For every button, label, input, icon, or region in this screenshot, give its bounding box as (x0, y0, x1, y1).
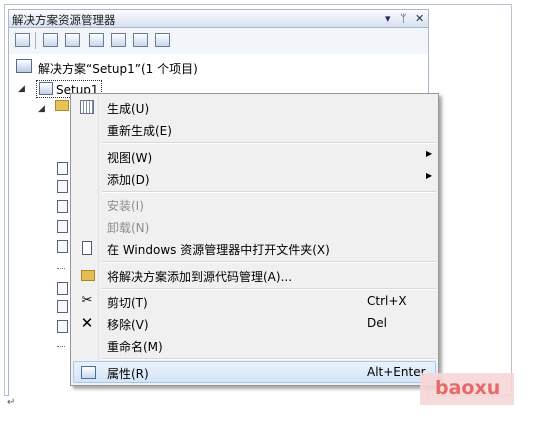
context-menu: 生成(U) 重新生成(E) 视图(W) ▶ 添加(D) ▶ 安装(I) 卸载(N… (70, 93, 439, 386)
menu-item-cut[interactable]: ✂ 剪切(T) Ctrl+X (73, 290, 436, 312)
file-icon[interactable] (57, 300, 68, 313)
file-icon[interactable] (57, 200, 68, 213)
file-icon[interactable] (57, 240, 68, 253)
solution-explorer-toolbar (8, 28, 429, 54)
menu-separator (102, 358, 436, 360)
watermark: baoxu (435, 377, 501, 399)
panel-title: 解决方案资源管理器 (12, 13, 116, 27)
menu-separator (102, 142, 436, 144)
submenu-arrow-icon: ▶ (426, 171, 433, 180)
file-system-editor-icon[interactable] (43, 33, 58, 47)
menu-item-add[interactable]: 添加(D) ▶ (73, 167, 436, 189)
menu-item-remove[interactable]: ✕ 移除(V) Del (73, 312, 436, 334)
menu-item-label: 将解决方案添加到源代码管理(A)... (107, 270, 293, 284)
menu-item-label: 卸载(N) (107, 221, 150, 235)
tree-connector (57, 346, 65, 348)
submenu-arrow-icon: ▶ (426, 149, 433, 158)
file-icon[interactable] (57, 220, 68, 233)
torn-edge-right (518, 0, 546, 435)
menu-item-rebuild[interactable]: 重新生成(E) (73, 118, 436, 140)
toolbar-separator (35, 32, 36, 49)
paragraph-mark-icon: ↵ (7, 397, 16, 408)
folder-icon[interactable] (55, 100, 69, 111)
menu-item-add-to-source-control[interactable]: 将解决方案添加到源代码管理(A)... (73, 264, 436, 286)
menu-item-label: 添加(D) (107, 173, 150, 187)
remove-x-icon: ✕ (80, 314, 94, 332)
menu-item-label: 重新生成(E) (107, 124, 172, 138)
file-types-editor-icon[interactable] (89, 33, 104, 47)
setup-project-icon (39, 82, 53, 95)
menu-item-label: 视图(W) (107, 151, 153, 165)
menu-item-install: 安装(I) (73, 193, 436, 215)
build-icon (80, 100, 94, 114)
file-icon[interactable] (57, 162, 68, 175)
source-control-icon (81, 270, 95, 281)
menu-item-shortcut: Ctrl+X (367, 294, 407, 308)
launch-conditions-editor-icon[interactable] (155, 33, 170, 47)
menu-separator (102, 261, 436, 263)
menu-item-label: 重命名(M) (107, 340, 163, 354)
menu-item-properties[interactable]: 属性(R) Alt+Enter (73, 361, 436, 383)
menu-item-view[interactable]: 视图(W) ▶ (73, 145, 436, 167)
pin-icon[interactable]: ᛘ (400, 11, 407, 26)
dropdown-icon[interactable]: ▾ (385, 11, 391, 26)
properties-icon[interactable] (15, 33, 30, 47)
file-icon[interactable] (57, 180, 68, 193)
menu-item-shortcut: Del (367, 316, 387, 330)
menu-item-uninstall: 卸载(N) (73, 215, 436, 237)
solution-explorer-titlebar[interactable]: 解决方案资源管理器 ▾ ᛘ ✕ (8, 9, 429, 28)
solution-label: 解决方案“Setup1”(1 个项目) (38, 62, 198, 76)
properties-icon (81, 366, 96, 379)
custom-actions-editor-icon[interactable] (133, 33, 148, 47)
menu-item-label: 剪切(T) (107, 296, 148, 310)
tree-connector (57, 268, 65, 270)
menu-item-label: 属性(R) (107, 367, 149, 381)
file-icon[interactable] (57, 320, 68, 333)
close-icon[interactable]: ✕ (415, 11, 424, 26)
menu-item-shortcut: Alt+Enter (367, 365, 426, 379)
open-folder-explorer-icon (82, 241, 92, 255)
menu-item-label: 移除(V) (107, 318, 149, 332)
expand-toggle-icon[interactable]: ◢ (18, 84, 25, 94)
menu-item-build[interactable]: 生成(U) (73, 96, 436, 118)
user-interface-editor-icon[interactable] (111, 33, 126, 47)
torn-edge-bottom (0, 400, 546, 435)
solution-icon (16, 59, 32, 73)
menu-item-rename[interactable]: 重命名(M) (73, 334, 436, 356)
menu-item-open-in-explorer[interactable]: 在 Windows 资源管理器中打开文件夹(X) (73, 237, 436, 259)
menu-item-label: 在 Windows 资源管理器中打开文件夹(X) (107, 243, 330, 257)
file-icon[interactable] (57, 282, 68, 295)
registry-editor-icon[interactable] (65, 33, 80, 47)
menu-item-label: 生成(U) (107, 102, 150, 116)
scissors-icon: ✂ (81, 293, 93, 308)
menu-item-label: 安装(I) (107, 199, 144, 213)
expand-toggle-icon[interactable]: ◢ (38, 104, 45, 114)
